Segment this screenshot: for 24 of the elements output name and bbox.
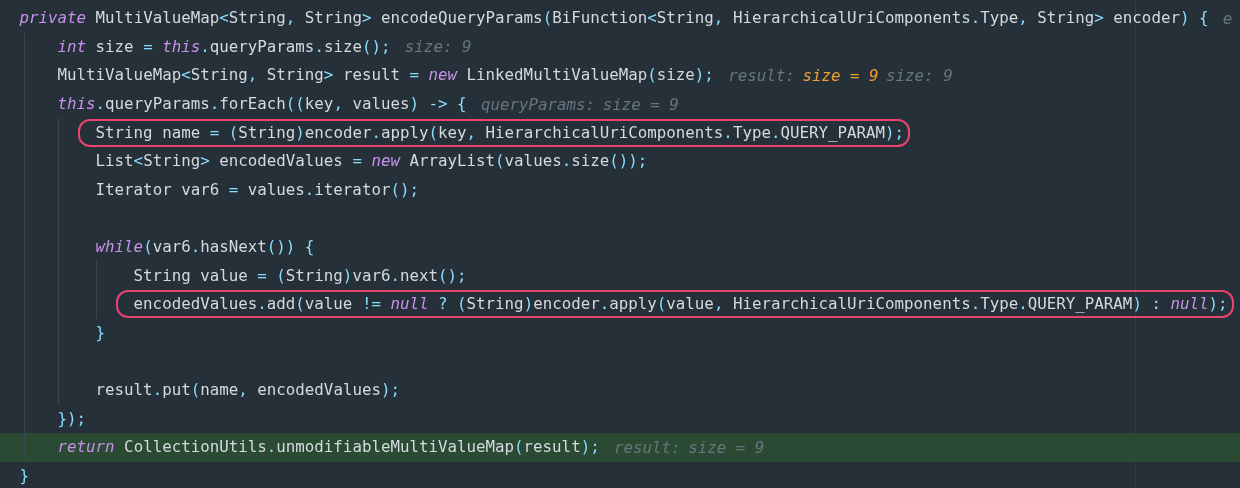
code-line: MultiValueMap<String, String> result = new LinkedMultiValueMap(size); [56, 64, 715, 87]
inline-hint: e [1222, 8, 1233, 28]
inline-hint: size = 9 [602, 94, 679, 114]
code-line: String value = (String)var6.next(); [132, 264, 468, 287]
code-line: }); [56, 407, 88, 430]
code-line: List<String> encodedValues = new ArrayList(values.size()); [94, 150, 649, 173]
inline-hint: size: 9 [404, 37, 472, 57]
inline-hint: size: 9 [886, 66, 953, 85]
inline-hint: size = 9 [802, 66, 879, 85]
inline-hint: size = 9 [688, 437, 765, 457]
code-line: } [94, 321, 107, 344]
code-line: private MultiValueMap<String, String> encodeQueryParams(BiFunction<String, HierarchicalUriComponents.Type, String> encoder) { [18, 7, 1210, 30]
code-line: int size = this.queryParams.size(); [56, 35, 392, 58]
code-line: } [18, 464, 30, 487]
highlighted-code-line: String name = (String)encoder.apply(key, HierarchicalUriComponents.Type.QUERY_PARAM); [77, 118, 911, 147]
inline-hint: result: [614, 437, 681, 457]
inline-hint: result: [728, 66, 795, 85]
code-line: return CollectionUtils.unmodifiableMultiValueMap(result); [56, 436, 601, 459]
inline-hint: queryParams: [480, 94, 596, 114]
highlighted-code-line: encodedValues.add(value != null ? (String)encoder.apply(value, HierarchicalUriComponents.Type.QUERY_PARAM) : null); [115, 290, 1234, 319]
code-line: this.queryParams.forEach((key, values) -> { [56, 93, 468, 116]
code-line: Iterator var6 = values.iterator(); [94, 178, 420, 201]
code-line: while(var6.hasNext()) { [94, 236, 316, 259]
code-line: result.put(name, encodedValues); [94, 379, 401, 401]
